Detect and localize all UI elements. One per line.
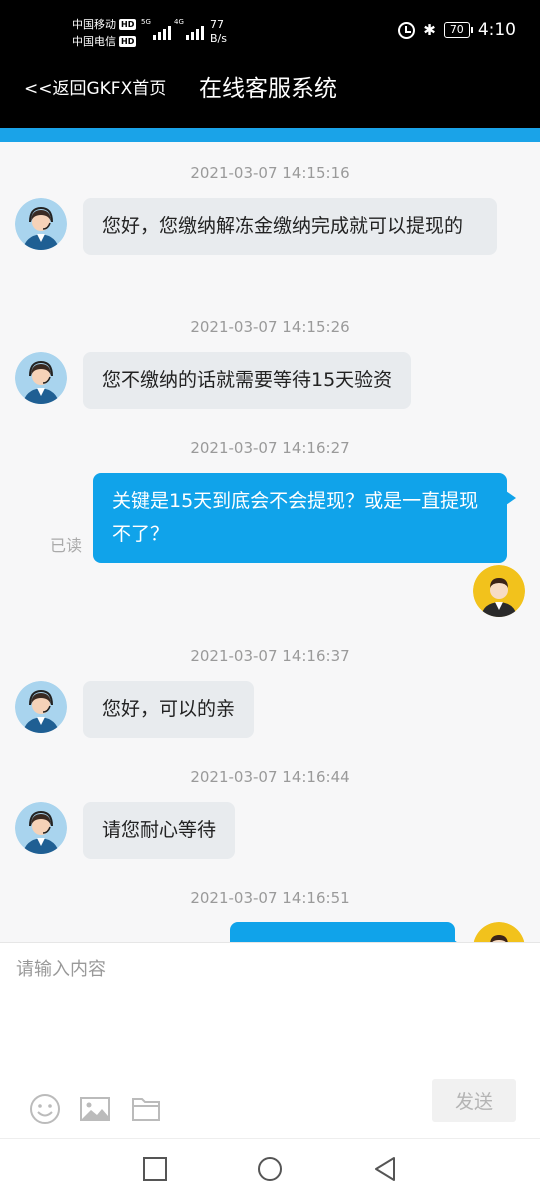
system-nav-bar <box>0 1138 540 1200</box>
agent-avatar-icon <box>15 352 67 404</box>
emoji-icon[interactable] <box>29 1093 61 1129</box>
agent-avatar[interactable] <box>15 681 67 733</box>
image-icon[interactable] <box>79 1093 111 1129</box>
agent-avatar[interactable] <box>15 352 67 404</box>
bluetooth-icon: ✱ <box>423 21 436 39</box>
chat-scroll-area[interactable]: 2021-03-07 14:15:16 您好，您缴纳解冻金缴纳完成就可以提现的 … <box>0 142 540 942</box>
carrier-2: 中国电信 <box>72 35 116 48</box>
message-timestamp: 2021-03-07 14:15:16 <box>190 164 350 182</box>
user-avatar-icon <box>473 922 525 942</box>
user-message-bubble: 关键是15天到底会不会提现？或是一直提现不了？ <box>93 473 516 563</box>
message-input[interactable] <box>16 955 524 1075</box>
read-status: 已读 <box>50 536 83 555</box>
network-type-2: 4G <box>174 18 184 26</box>
agent-avatar-icon <box>15 802 67 854</box>
user-avatar[interactable] <box>473 565 525 617</box>
signal-1-icon: 5G <box>141 18 171 40</box>
agent-avatar-icon <box>15 198 67 250</box>
nav-back-triangle-icon[interactable] <box>372 1156 398 1188</box>
status-right: ✱ 70 4:10 <box>398 20 516 40</box>
page-title: 在线客服系统 <box>199 76 337 102</box>
hd-badge-2: HD <box>119 36 137 47</box>
message-timestamp: 2021-03-07 14:16:44 <box>190 768 350 786</box>
hd-badge-1: HD <box>119 19 137 30</box>
signal-2-icon: 4G <box>174 18 204 40</box>
folder-icon[interactable] <box>131 1093 161 1129</box>
network-speed: 77 B/s <box>210 18 227 45</box>
send-button[interactable]: 发送 <box>432 1079 516 1122</box>
agent-message-bubble: 您不缴纳的话就需要等待15天验资 <box>83 352 412 409</box>
message-timestamp: 2021-03-07 14:16:37 <box>190 647 350 665</box>
clock: 4:10 <box>477 20 516 40</box>
network-type-1: 5G <box>141 18 151 26</box>
user-avatar[interactable] <box>473 922 525 942</box>
alarm-icon <box>398 21 416 39</box>
composer: 发送 <box>0 942 540 1138</box>
agent-message-bubble: 请您耐心等待 <box>83 802 236 859</box>
user-avatar-icon <box>473 565 525 617</box>
agent-message-bubble: 您好，您缴纳解冻金缴纳完成就可以提现的 <box>83 198 497 255</box>
message-timestamp: 2021-03-07 14:15:26 <box>190 318 350 336</box>
status-bar: 中国移动 HD 中国电信 HD 5G 4G 77 B/s ✱ 70 4:10 <box>0 0 540 64</box>
message-timestamp: 2021-03-07 14:16:51 <box>190 889 350 907</box>
agent-avatar-icon <box>15 681 67 733</box>
message-timestamp: 2021-03-07 14:16:27 <box>190 439 350 457</box>
nav-square-icon[interactable] <box>142 1156 168 1186</box>
header-accent-strip <box>0 128 540 142</box>
nav-circle-icon[interactable] <box>256 1156 284 1188</box>
app-header: <<返回GKFX首页 在线客服系统 <box>0 64 540 128</box>
carrier-info: 中国移动 HD 中国电信 HD <box>72 16 137 50</box>
battery-icon: 70 <box>443 22 473 38</box>
agent-message-bubble: 您好，可以的亲 <box>83 681 255 738</box>
user-message-bubble <box>230 922 464 942</box>
agent-avatar[interactable] <box>15 198 67 250</box>
agent-avatar[interactable] <box>15 802 67 854</box>
back-home-link[interactable]: <<返回GKFX首页 <box>24 76 166 102</box>
carrier-1: 中国移动 <box>72 18 116 31</box>
